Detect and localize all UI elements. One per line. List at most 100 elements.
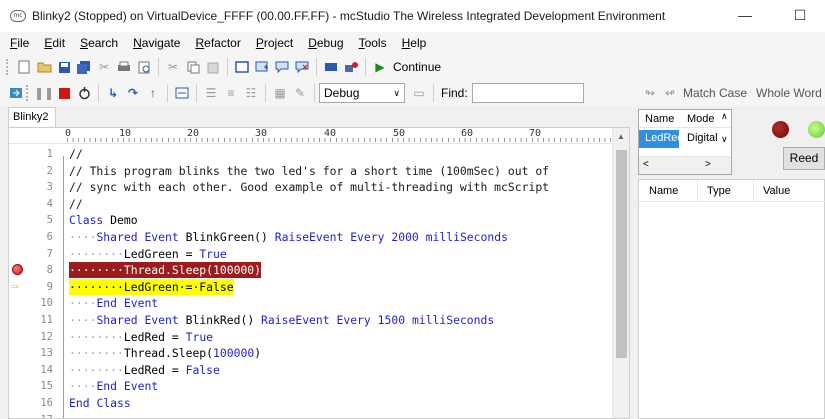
deploy-icon[interactable]	[343, 59, 359, 75]
code-line[interactable]: 15 ····End Event	[9, 378, 613, 394]
menu-edit[interactable]: Edit	[44, 36, 65, 50]
breakpoint-margin[interactable]	[9, 179, 29, 195]
menu-debug[interactable]: Debug	[308, 36, 343, 50]
code-line[interactable]: 14 ········LedRed = False	[9, 362, 613, 378]
reed-button[interactable]: Reed	[783, 147, 825, 170]
breakpoint-margin[interactable]	[9, 262, 29, 278]
code-line[interactable]: 6 ····Shared Event BlinkGreen() RaiseEven…	[9, 229, 613, 245]
variables-col-value[interactable]: Value	[763, 185, 790, 197]
tab-blinky2[interactable]: Blinky2	[8, 107, 56, 127]
breakpoint-margin[interactable]	[9, 295, 29, 311]
find-previous-icon[interactable]: ↫	[662, 85, 678, 101]
devices-col-name[interactable]: Name	[641, 111, 674, 128]
breakpoint-margin[interactable]	[9, 312, 29, 328]
menu-project[interactable]: Project	[256, 36, 293, 50]
code-line[interactable]: 2 // This program blinks the two led's fo…	[9, 163, 613, 179]
menu-help[interactable]: Help	[402, 36, 427, 50]
calculator-icon[interactable]: ▦	[272, 85, 288, 101]
new-file-icon[interactable]	[16, 59, 32, 75]
scroll-right-icon[interactable]: >	[705, 159, 711, 170]
code-line[interactable]: 13 ········Thread.Sleep(100000)	[9, 345, 613, 361]
toolbar-grip[interactable]	[26, 85, 30, 101]
scroll-up-icon[interactable]: ∧	[721, 111, 728, 122]
code-line[interactable]: 16 End Class	[9, 395, 613, 411]
new-window-icon[interactable]	[254, 59, 270, 75]
code-line[interactable]: 5 Class Demo	[9, 212, 613, 228]
chevron-down-icon[interactable]: ∨	[721, 134, 728, 145]
menu-search[interactable]: Search	[80, 36, 118, 50]
scroll-up-icon[interactable]: ▲	[617, 132, 625, 141]
device-icon[interactable]	[323, 59, 339, 75]
breakpoint-margin[interactable]: ⇨	[9, 279, 29, 295]
breakpoint-margin[interactable]	[9, 229, 29, 245]
indent-icon[interactable]: ☰	[203, 85, 219, 101]
save-icon[interactable]	[56, 59, 72, 75]
device-row-mode[interactable]: Digital	[683, 130, 721, 147]
comment-icon[interactable]	[274, 59, 290, 75]
breakpoint-margin[interactable]	[9, 246, 29, 262]
variables-table[interactable]: Name Type Value	[638, 179, 825, 419]
breakpoint-margin[interactable]	[9, 196, 29, 212]
breakpoint-margin[interactable]	[9, 146, 29, 162]
find-options-icon[interactable]: ▭	[411, 85, 427, 101]
code-line[interactable]: 17	[9, 412, 613, 418]
breakpoint-margin[interactable]	[9, 362, 29, 378]
breakpoint-window-icon[interactable]	[174, 85, 190, 101]
remove-comment-icon[interactable]	[294, 59, 310, 75]
print-preview-icon[interactable]	[136, 59, 152, 75]
code-line[interactable]: 12 ········LedRed = True	[9, 329, 613, 345]
menu-tools[interactable]: Tools	[359, 36, 387, 50]
code-line[interactable]: 4 //	[9, 196, 613, 212]
editor-scrollbar[interactable]: ▲	[612, 128, 629, 418]
breakpoint-margin[interactable]	[9, 329, 29, 345]
devices-grid[interactable]: Name Mode ∧ LedRed Digital ∨ < >	[638, 109, 732, 175]
wrench-icon[interactable]: ✎	[292, 85, 308, 101]
find-next-icon[interactable]: ↬	[642, 85, 658, 101]
whole-word-toggle[interactable]: Whole Word	[756, 86, 822, 100]
copy-icon[interactable]	[185, 59, 201, 75]
cut-icon[interactable]: ✂	[96, 59, 112, 75]
open-folder-icon[interactable]	[36, 59, 52, 75]
restart-icon[interactable]	[76, 85, 92, 101]
find-input[interactable]	[471, 83, 584, 103]
code-line[interactable]: 11 ····Shared Event BlinkRed() RaiseEvent…	[9, 312, 613, 328]
variables-col-type[interactable]: Type	[707, 185, 731, 197]
save-all-icon[interactable]	[76, 59, 92, 75]
devices-hscroll[interactable]: < >	[639, 156, 731, 174]
maximize-button[interactable]: ☐	[790, 6, 810, 26]
match-case-toggle[interactable]: Match Case	[683, 86, 747, 100]
code-line[interactable]: ⇨ 9 ········LedGreen·=·False	[9, 278, 613, 295]
print-icon[interactable]	[116, 59, 132, 75]
devices-col-mode[interactable]: Mode	[683, 111, 715, 128]
configuration-select[interactable]: Debug ∨	[319, 83, 405, 103]
breakpoint-margin[interactable]	[9, 395, 29, 411]
continue-icon[interactable]: ▶	[372, 59, 388, 75]
breakpoint-margin[interactable]	[9, 378, 29, 394]
breakpoint-margin[interactable]	[9, 345, 29, 361]
window-icon[interactable]	[234, 59, 250, 75]
code-line[interactable]: 8 ········Thread.Sleep(100000)	[9, 262, 613, 279]
continue-button[interactable]: Continue	[393, 60, 441, 74]
step-out-icon[interactable]: ↑	[145, 85, 161, 101]
toolbar-grip[interactable]	[6, 59, 10, 75]
paste-icon[interactable]	[205, 59, 221, 75]
menu-refactor[interactable]: Refactor	[195, 36, 240, 50]
code-line[interactable]: 10 ····End Event	[9, 295, 613, 311]
scroll-left-icon[interactable]: <	[643, 159, 649, 170]
step-over-icon[interactable]: ↷	[125, 85, 141, 101]
cut-icon[interactable]: ✂	[165, 59, 181, 75]
code-line[interactable]: 1 //	[9, 146, 613, 162]
stop-icon[interactable]	[56, 85, 72, 101]
menu-file[interactable]: File	[10, 36, 29, 50]
show-next-statement-icon[interactable]	[8, 85, 24, 101]
outdent-icon[interactable]: ≡	[223, 85, 239, 101]
breakpoint-margin[interactable]	[9, 412, 29, 418]
minimize-button[interactable]: —	[735, 6, 755, 26]
code-editor[interactable]: 0 10 20 30 40 50 60 70 1 // 2 // This progr…	[8, 127, 630, 419]
breakpoint-margin[interactable]	[9, 163, 29, 179]
code-line[interactable]: 7 ········LedGreen = True	[9, 246, 613, 262]
code-line[interactable]: 3 // sync with each other. Good example o…	[9, 179, 613, 195]
pause-icon[interactable]: ❚❚	[34, 85, 54, 101]
breakpoint-margin[interactable]	[9, 212, 29, 228]
variables-col-name[interactable]: Name	[649, 185, 678, 197]
